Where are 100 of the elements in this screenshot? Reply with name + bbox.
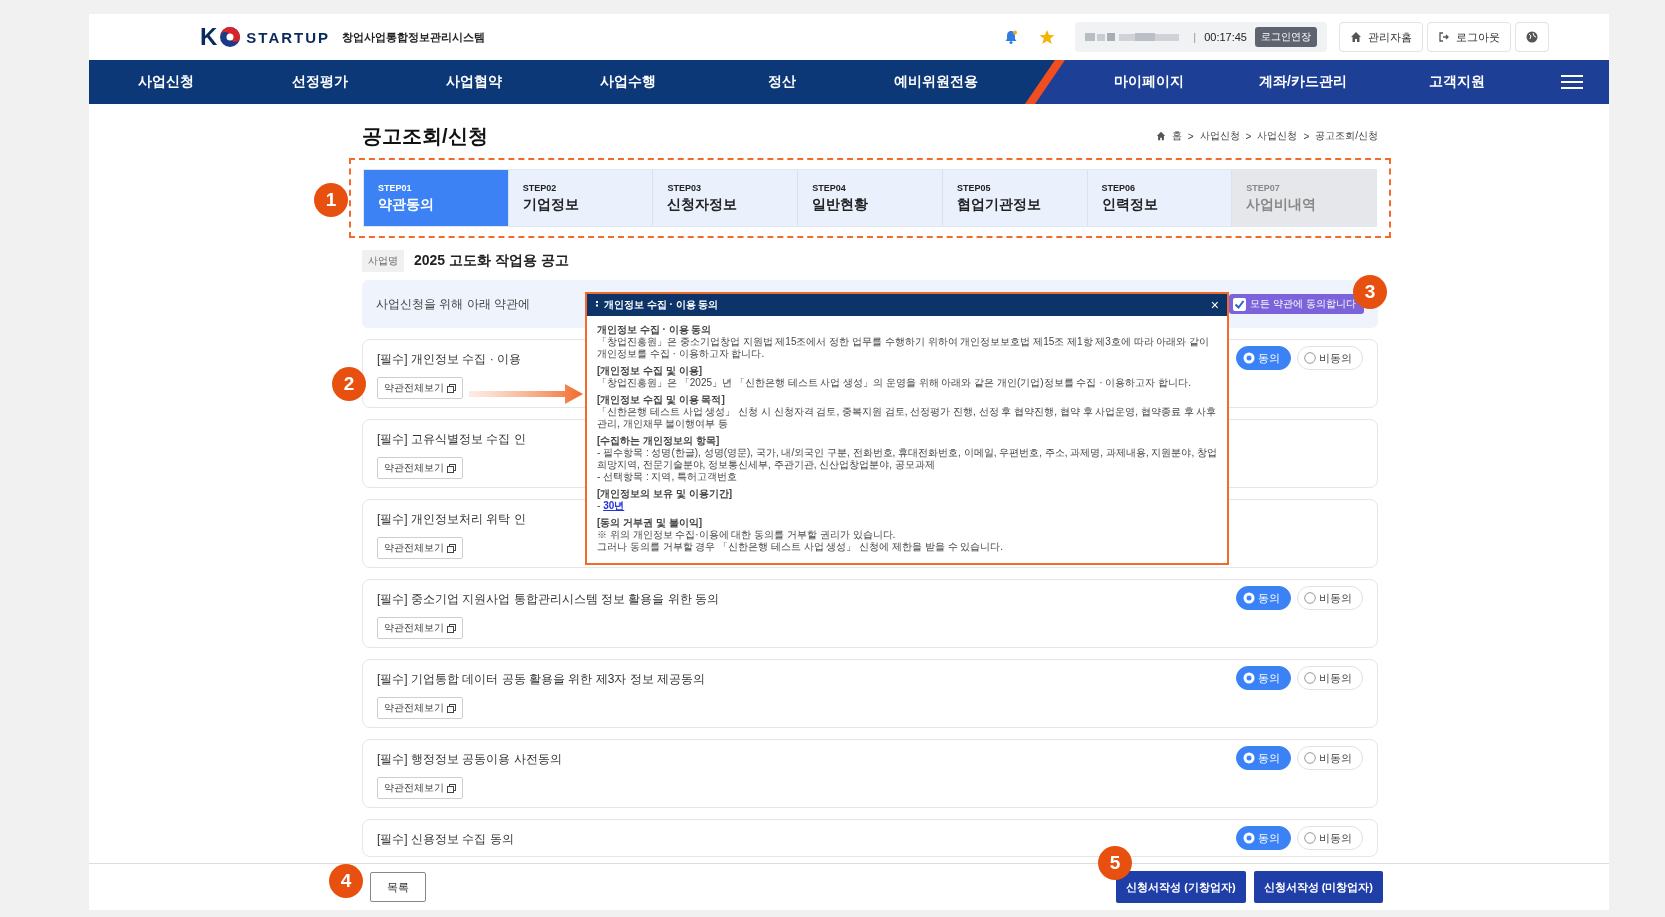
nav-item[interactable]: 정산 [705,60,859,104]
step-tab[interactable]: STEP04 일반현황 [798,170,943,226]
breadcrumb-item[interactable]: 사업신청 [1199,129,1240,143]
terms-title: [필수] 기업통합 데이터 공동 활용을 위한 제3자 정보 제공동의 [377,671,705,688]
breadcrumb-item[interactable]: 홈 [1171,129,1182,143]
radio-option[interactable]: 동의 [1236,746,1291,770]
session-time: 00:17:45 [1204,31,1247,43]
copy-icon [447,703,456,713]
copy-icon [447,623,456,633]
nav-item[interactable]: 고객지원 [1380,60,1534,104]
radio-option[interactable]: 비동의 [1297,826,1363,850]
logo-mark-icon [219,26,242,48]
step-tab[interactable]: STEP02 기업정보 [508,170,654,226]
globe-icon [1526,31,1538,43]
terms-text: 그러나 동의를 거부할 경우 「신한은행 테스트 사업 생성」 신청에 제한을 받을 수 있습니다. [597,541,1005,553]
period-link[interactable]: 30년 [603,500,625,511]
radio-option[interactable]: 비동의 [1297,666,1363,690]
terms-text: - 필수항목 : 성명(한글), 성명(영문), 국가, 내/외국인 구분, 전화번호, 휴대전화번호, 이메일, 우편번호, 주소, 과제명, 과제내용, 지원분야, 창업희망지역, 전문기술분야, 정보통신세부, 주관기관, 신산업창업분야, 공모과제 [597,447,1217,471]
step-label: 신청자정보 [667,195,739,214]
extend-login-button[interactable]: 로그인연장 [1255,27,1317,47]
step-tab[interactable]: STEP01 약관동의 [364,170,509,226]
nav-item[interactable]: 사업협약 [397,60,551,104]
radio-icon [1243,752,1255,764]
view-terms-button[interactable]: 약관전체보기 [377,697,463,719]
language-button[interactable] [1515,22,1549,52]
copy-icon [447,543,456,553]
radio-icon [1243,832,1255,844]
terms-text: - 선택항목 : 지역, 특허고객번호 [597,471,738,483]
bell-icon[interactable] [1003,29,1020,45]
terms-text: ※ 위의 개인정보 수집·이용에 대한 동의를 거부할 권리가 있습니다. [597,529,897,541]
radio-option[interactable]: 비동의 [1297,586,1363,610]
terms-heading: [개인정보 수집 및 이용] [597,365,703,377]
radio-option[interactable]: 동의 [1236,346,1291,370]
step-number: STEP05 [956,182,992,193]
view-terms-button[interactable]: 약관전체보기 [377,777,463,799]
step-tab[interactable]: STEP06 인력정보 [1087,170,1233,226]
breadcrumb-item[interactable]: 공고조회/신청 [1315,129,1378,143]
radio-option[interactable]: 동의 [1236,826,1291,850]
radio-icon [1304,592,1316,604]
terms-text: - [597,500,601,511]
terms-heading: 개인정보 수집 · 이용 동의 [597,324,713,336]
step-tab[interactable]: STEP05 협업기관정보 [942,170,1088,226]
breadcrumb-separator: > [1245,130,1252,142]
popup-title: 개인정보 수집 · 이용 동의 [604,298,720,312]
apply-button[interactable]: 신청서작성 (미창업자) [1253,871,1383,903]
terms-title: [필수] 개인정보 수집 · 이용 [377,351,521,368]
radio-icon [1243,352,1255,364]
breadcrumb-separator: > [1187,130,1194,142]
bullet-icon [595,300,599,310]
terms-heading: [개인정보의 보유 및 이용기간] [597,488,733,500]
step-tab[interactable]: STEP03 신청자정보 [653,170,799,226]
logout-button[interactable]: 로그아웃 [1427,22,1511,52]
view-terms-button[interactable]: 약관전체보기 [377,537,463,559]
view-terms-button[interactable]: 약관전체보기 [377,457,463,479]
terms-title: [필수] 고유식별정보 수집 인 [377,431,526,448]
step-label: 기업정보 [522,195,580,214]
copy-icon [447,463,456,473]
radio-option[interactable]: 동의 [1236,666,1291,690]
logo-letter: K [200,23,218,51]
radio-option[interactable]: 비동의 [1297,346,1363,370]
nav-item[interactable]: 예비위원전용 [859,60,1013,104]
radio-icon [1304,672,1316,684]
terms-text: 「신한은행 테스트 사업 생성」 신청 시 신청자격 검토, 중복지원 검토, 선정평가 진행, 선정 후 협약진행, 협약 후 사업운영, 협약종료 후 사후관리, 개인채무 불이행여부 등 [597,406,1217,430]
admin-home-button[interactable]: 관리자홈 [1339,22,1423,52]
terms-text: 「창업진흥원」은 「2025」년 「신한은행 테스트 사업 생성」의 운영을 위해 아래와 같은 개인(기업)정보를 수집 · 이용하고자 합니다. [597,377,1192,389]
step-badge: 2 [332,367,366,401]
apply-button[interactable]: 신청서작성 (기창업자) [1116,871,1246,903]
checkbox-icon[interactable] [1233,297,1247,311]
terms-heading: [수집하는 개인정보의 항목] [597,435,721,447]
home-icon [1350,31,1362,43]
nav-item[interactable]: 마이페이지 [1072,60,1226,104]
view-terms-button[interactable]: 약관전체보기 [377,617,463,639]
close-button[interactable]: × [1210,298,1219,312]
list-button[interactable]: 목록 [370,872,426,902]
nav-item[interactable]: 사업신청 [89,60,243,104]
step-label: 약관동의 [378,195,435,214]
radio-icon [1304,352,1316,364]
step-number: STEP04 [812,182,847,193]
radio-icon [1243,672,1255,684]
nav-item[interactable]: 선정평가 [243,60,397,104]
nav-item[interactable]: 사업수행 [551,60,705,104]
terms-heading: [개인정보 수집 및 이용 목적] [597,394,726,406]
step-number: STEP06 [1101,182,1137,193]
breadcrumb-item[interactable]: 사업신청 [1257,129,1298,143]
radio-icon [1304,832,1316,844]
radio-option[interactable]: 동의 [1236,586,1291,610]
star-icon[interactable] [1039,29,1056,45]
separator-text: | [1193,31,1197,43]
step-label: 협업기관정보 [956,195,1042,214]
terms-title: [필수] 개인정보처리 위탁 인 [377,511,526,528]
step-number: STEP07 [1246,182,1281,193]
copy-icon [447,783,456,793]
radio-option[interactable]: 비동의 [1297,746,1363,770]
page-title: 공고조회/신청 [362,123,488,149]
view-terms-button[interactable]: 약관전체보기 [377,377,463,399]
step-badge: 5 [1098,846,1132,880]
step-label: 사업비내역 [1246,195,1318,214]
nav-item[interactable]: 계좌/카드관리 [1226,60,1380,104]
radio-icon [1243,592,1255,604]
business-name: 2025 고도화 작업용 공고 [414,252,569,270]
